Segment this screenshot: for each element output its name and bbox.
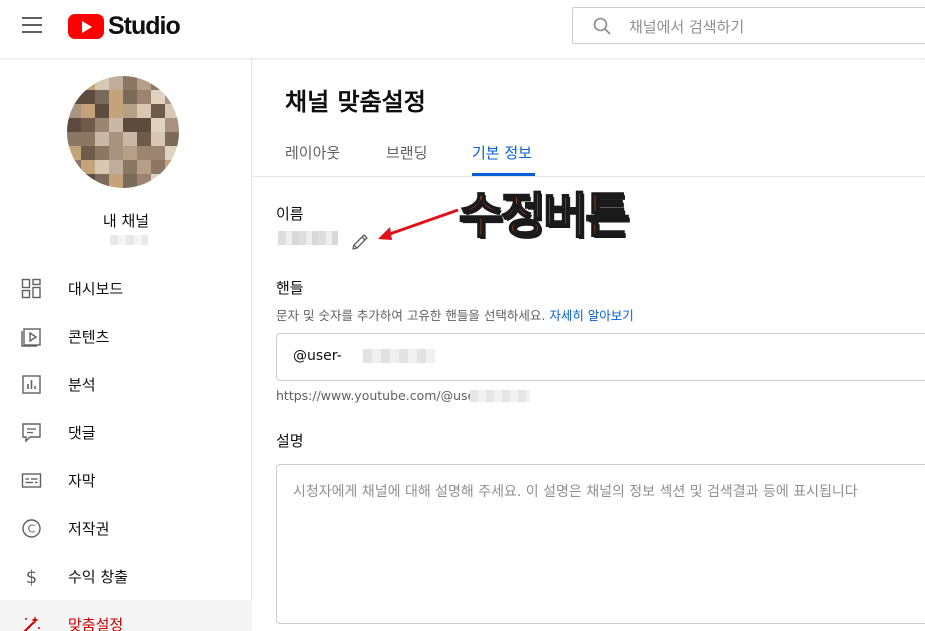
search-icon (593, 17, 611, 35)
comments-icon (22, 423, 41, 443)
annotation-arrow-icon (378, 208, 459, 240)
sidebar-item-copyright[interactable]: C 저작권 (0, 504, 252, 552)
tab-bar: 레이아웃 브랜딩 기본 정보 (253, 136, 925, 177)
dashboard-icon (21, 278, 41, 299)
annotation-label: 수정버튼 (458, 187, 631, 245)
learn-more-link[interactable]: 자세히 알아보기 (549, 308, 633, 323)
sidebar-item-analytics[interactable]: 분석 (0, 360, 252, 408)
top-app-bar: Studio 채널에서 검색하기 (0, 0, 925, 58)
sidebar-item-subtitles[interactable]: 자막 (0, 456, 252, 504)
handle-input-value: @user- (293, 348, 342, 364)
sidebar-item-label: 자막 (68, 472, 96, 490)
handle-label: 핸들 (276, 279, 304, 297)
tab-basic-info[interactable]: 기본 정보 (472, 142, 532, 177)
studio-logo[interactable]: Studio (68, 11, 181, 40)
youtube-play-icon (68, 13, 104, 39)
sidebar-item-label: 저작권 (68, 520, 110, 538)
sidebar-item-label: 수익 창출 (68, 568, 128, 586)
channel-avatar[interactable] (67, 76, 179, 188)
search-placeholder: 채널에서 검색하기 (629, 18, 745, 36)
sidebar-item-label: 댓글 (68, 424, 96, 442)
handle-url-blurred (470, 390, 530, 402)
sidebar-item-monetization[interactable]: $ 수익 창출 (0, 552, 252, 600)
sidebar-item-label: 맞춤설정 (68, 616, 124, 631)
name-value-blurred (278, 231, 338, 245)
content-icon (21, 328, 41, 347)
menu-icon[interactable] (22, 17, 42, 33)
tab-branding[interactable]: 브랜딩 (386, 142, 427, 177)
handle-input[interactable]: @user- (276, 333, 925, 381)
description-textarea[interactable]: 시청자에게 채널에 대해 설명해 주세요. 이 설명은 채널의 정보 섹션 및 … (276, 464, 925, 624)
logo-text: Studio (108, 11, 181, 40)
subtitles-icon (21, 473, 42, 488)
sidebar-item-content[interactable]: 콘텐츠 (0, 312, 252, 360)
channel-handle-blurred (110, 235, 148, 245)
sidebar-nav: 대시보드 콘텐츠 분석 댓글 자막 C 저작권 $ 수익 창출 맞춤설정 (0, 264, 252, 631)
page-title: 채널 맞춤설정 (285, 88, 426, 116)
sidebar-item-dashboard[interactable]: 대시보드 (0, 264, 252, 312)
sidebar-item-label: 분석 (68, 376, 96, 394)
monetization-icon: $ (26, 567, 37, 587)
sidebar-item-customization[interactable]: 맞춤설정 (0, 600, 252, 631)
sidebar-item-comments[interactable]: 댓글 (0, 408, 252, 456)
description-label: 설명 (276, 432, 304, 450)
handle-help-text: 문자 및 숫자를 추가하여 고유한 핸들을 선택하세요. 자세히 알아보기 (276, 305, 634, 324)
search-input[interactable]: 채널에서 검색하기 (572, 7, 925, 44)
description-placeholder: 시청자에게 채널에 대해 설명해 주세요. 이 설명은 채널의 정보 섹션 및 … (293, 484, 858, 500)
svg-text:$: $ (26, 567, 37, 587)
analytics-icon (22, 375, 41, 394)
name-label: 이름 (276, 205, 304, 223)
sidebar: 내 채널 대시보드 콘텐츠 분석 댓글 자막 C 저작권 $ 수익 창출 맞춤설… (0, 58, 252, 631)
sidebar-item-label: 대시보드 (68, 280, 124, 298)
handle-url: https://www.youtube.com/@user- (276, 388, 485, 403)
edit-pencil-icon[interactable] (349, 231, 371, 253)
main-content: 채널 맞춤설정 레이아웃 브랜딩 기본 정보 이름 핸들 문자 및 숫자를 추가… (253, 58, 925, 631)
copyright-icon: C (22, 519, 41, 538)
tab-layout[interactable]: 레이아웃 (285, 142, 340, 177)
sidebar-item-label: 콘텐츠 (68, 328, 110, 346)
svg-text:C: C (28, 523, 36, 536)
channel-name: 내 채널 (102, 212, 150, 230)
handle-help-description: 문자 및 숫자를 추가하여 고유한 핸들을 선택하세요. (276, 308, 546, 323)
handle-value-blurred (363, 349, 435, 363)
customization-icon (23, 616, 40, 631)
